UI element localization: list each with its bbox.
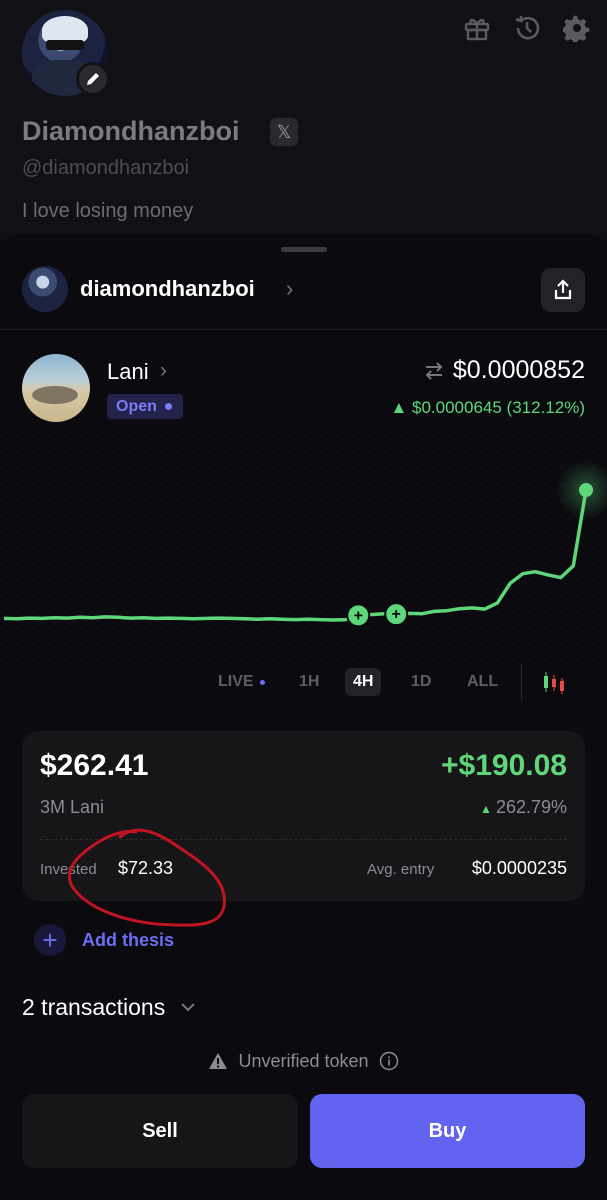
profile-bio: I love losing money	[22, 200, 194, 222]
sheet-user-row[interactable]: diamondhanzboi ›	[22, 266, 585, 314]
status-dot	[164, 403, 172, 410]
tf-4h[interactable]: 4H	[345, 668, 382, 696]
position-pnl: +$190.08	[441, 749, 567, 782]
divider	[0, 329, 607, 330]
position-quantity: 3M Lani	[40, 797, 105, 817]
share-button[interactable]	[541, 268, 585, 312]
position-sheet: diamondhanzboi › Lani › Open $0.0000852 …	[0, 234, 607, 1200]
add-thesis-label: Add thesis	[82, 929, 175, 950]
gift-button[interactable]	[461, 12, 493, 44]
tf-live[interactable]: LIVE	[210, 668, 273, 696]
status-badge: Open	[107, 394, 183, 419]
tf-1d[interactable]: 1D	[403, 668, 439, 696]
unverified-notice: Unverified token	[0, 1048, 607, 1074]
share-icon	[554, 279, 572, 300]
chart-grid	[0, 434, 607, 664]
token-name[interactable]: Lani	[107, 359, 149, 385]
invested-value: $72.33	[118, 858, 174, 878]
edit-avatar-button[interactable]	[76, 62, 110, 96]
warning-icon	[209, 1053, 228, 1069]
history-button[interactable]	[511, 12, 543, 44]
tf-all[interactable]: ALL	[459, 668, 506, 696]
display-name: Diamondhanzboi	[22, 116, 240, 146]
swap-arrows-icon[interactable]	[423, 360, 445, 382]
price-change: ▲ $0.0000645 (312.12%)	[390, 398, 585, 417]
divider	[521, 664, 522, 700]
status-label: Open	[116, 397, 157, 415]
pencil-icon	[87, 73, 99, 85]
buy-marker-label: +	[354, 607, 363, 624]
add-thesis-button[interactable]: + Add thesis	[34, 924, 174, 956]
price-chart[interactable]: + +	[0, 434, 607, 664]
candlestick-icon[interactable]	[540, 668, 568, 696]
avg-entry-value: $0.0000235	[471, 858, 567, 878]
position-card[interactable]: $262.41 +$190.08 3M Lani ▲ 262.79% Invest…	[22, 731, 585, 901]
chevron-right-icon: ›	[160, 359, 167, 382]
live-dot	[259, 679, 265, 685]
gift-icon	[464, 18, 490, 41]
transactions-toggle[interactable]: 2 transactions	[22, 992, 197, 1022]
user-avatar	[22, 266, 68, 312]
buy-button[interactable]: Buy	[310, 1094, 585, 1168]
tf-live-label: LIVE	[218, 673, 254, 690]
settings-button[interactable]	[561, 12, 593, 44]
tf-1h[interactable]: 1H	[291, 668, 327, 696]
info-icon[interactable]	[379, 1051, 399, 1071]
unverified-label: Unverified token	[238, 1050, 369, 1071]
header-actions	[461, 12, 593, 44]
avg-entry-label: Avg. entry	[367, 861, 435, 878]
buy-marker-label: +	[392, 606, 401, 623]
chevron-down-icon	[181, 1003, 195, 1012]
plus-icon: +	[34, 924, 66, 956]
transactions-label: 2 transactions	[22, 993, 166, 1020]
sell-button[interactable]: Sell	[22, 1094, 298, 1168]
divider	[40, 839, 567, 840]
profile-header: Diamondhanzboi 𝕏 @diamondhanzboi I love …	[0, 0, 607, 240]
sheet-grabber[interactable]	[281, 247, 327, 252]
profile-handle: @diamondhanzboi	[22, 157, 190, 179]
sheet-username: diamondhanzboi	[80, 276, 255, 301]
invested-label: Invested	[40, 861, 97, 878]
token-avatar[interactable]	[22, 354, 90, 422]
timeframe-selector: LIVE 1H 4H 1D ALL	[0, 664, 607, 700]
token-price: $0.0000852	[452, 356, 585, 384]
x-verified-badge[interactable]: 𝕏	[270, 118, 298, 146]
pnl-percent-value: 262.79%	[495, 797, 567, 817]
current-price-dot	[579, 483, 593, 497]
pnl-percent: ▲ 262.79%	[480, 797, 567, 818]
gear-icon	[563, 15, 590, 42]
position-value: $262.41	[40, 749, 149, 782]
price-block: $0.0000852	[423, 356, 585, 385]
up-triangle-icon: ▲	[480, 802, 492, 816]
chevron-right-icon: ›	[286, 276, 294, 301]
history-icon	[515, 16, 540, 40]
